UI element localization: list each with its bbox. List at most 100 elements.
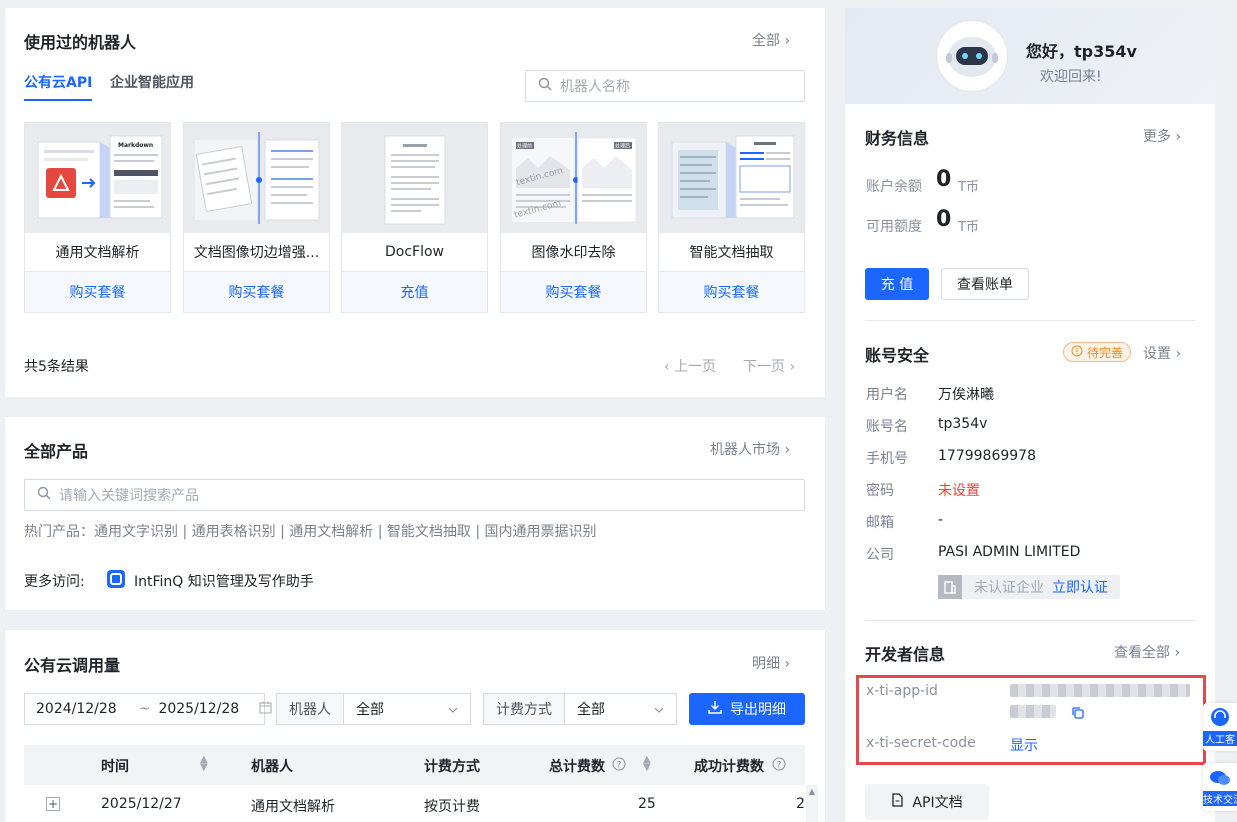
robot-card-crop-enhance[interactable]: 文档图像切边增强... 购买套餐 bbox=[183, 122, 330, 313]
field-value: 万俟淋曦 bbox=[938, 387, 994, 403]
next-page-label: 下一页 bbox=[743, 359, 785, 375]
thumb-before-tag: 处理前 bbox=[517, 143, 532, 150]
tech-exchange-label: 技术交流 bbox=[1203, 791, 1237, 806]
crop-enhance-thumbnail bbox=[184, 123, 329, 233]
status-badge: 待完善 bbox=[1063, 342, 1132, 362]
robot-market-link[interactable]: 机器人市场 › bbox=[710, 439, 790, 459]
customer-service-widget[interactable]: 人工客 bbox=[1203, 703, 1237, 751]
quota-label: 可用额度 bbox=[866, 219, 922, 235]
column-header-total[interactable]: 总计费数 bbox=[549, 756, 605, 776]
usage-detail-label: 明细 bbox=[752, 656, 780, 672]
status-badge-label: 待完善 bbox=[1087, 345, 1124, 360]
buy-package-button[interactable]: 购买套餐 bbox=[659, 272, 804, 312]
security-settings-link[interactable]: 设置 › bbox=[1143, 343, 1181, 363]
scroll-up-arrow[interactable]: ▲ bbox=[806, 787, 818, 796]
show-secret-link[interactable]: 显示 bbox=[1010, 735, 1038, 755]
certify-now-link[interactable]: 立即认证 bbox=[1052, 577, 1108, 597]
quota-unit: T币 bbox=[958, 220, 979, 235]
hot-product-link[interactable]: 通用表格识别 bbox=[192, 524, 276, 540]
field-label: 用户名 bbox=[866, 387, 908, 403]
sort-icon[interactable]: ▲ ▼ bbox=[643, 755, 651, 773]
active-tab-indicator bbox=[24, 99, 93, 101]
hot-product-link[interactable]: 通用文档解析 bbox=[289, 524, 373, 540]
robot-market-label: 机器人市场 bbox=[710, 442, 780, 458]
recharge-link-button[interactable]: 充值 bbox=[342, 272, 487, 312]
quota-value: 0 bbox=[936, 207, 952, 232]
developer-view-all-link[interactable]: 查看全部 › bbox=[1114, 642, 1180, 662]
robot-card-doc-parse[interactable]: Markdown 通用文档解析 购买套餐 bbox=[24, 122, 171, 313]
buy-package-button[interactable]: 购买套餐 bbox=[184, 272, 329, 312]
doc-parse-thumbnail: Markdown bbox=[25, 123, 170, 233]
certification-bar: 未认证企业 立即认证 bbox=[938, 575, 1120, 599]
intfinq-link[interactable]: IntFinQ 知识管理及写作助手 bbox=[106, 569, 314, 593]
balance-unit: T币 bbox=[958, 180, 979, 195]
robot-search-input[interactable]: 机器人名称 bbox=[525, 70, 805, 102]
secret-code-label: x-ti-secret-code bbox=[866, 735, 976, 751]
tab-enterprise-apps-label: 企业智能应用 bbox=[110, 75, 194, 91]
recharge-button[interactable]: 充 值 bbox=[865, 268, 929, 300]
date-end: 2025/12/28 bbox=[158, 701, 240, 717]
robots-all-link[interactable]: 全部 › bbox=[752, 30, 790, 50]
row-total: 25 bbox=[638, 796, 656, 812]
robot-filter-value: 全部 bbox=[356, 702, 384, 718]
finance-more-label: 更多 bbox=[1143, 129, 1171, 145]
help-icon[interactable]: ? bbox=[772, 757, 786, 775]
robot-search-placeholder: 机器人名称 bbox=[560, 79, 630, 95]
divider bbox=[865, 320, 1195, 321]
column-header-robot: 机器人 bbox=[251, 759, 293, 775]
robot-card-watermark-removal[interactable]: 处理前 textin.com textin.com 处理后 图像水印去除 购买套… bbox=[500, 122, 647, 313]
chevron-right-icon: › bbox=[784, 656, 791, 672]
product-search-placeholder: 请输入关键词搜索产品 bbox=[59, 488, 199, 504]
docflow-thumbnail bbox=[342, 123, 487, 233]
password-status: 未设置 bbox=[938, 483, 980, 499]
chevron-down-icon bbox=[448, 701, 458, 717]
robot-filter-select[interactable]: 机器人 全部 bbox=[276, 693, 471, 725]
chevron-right-icon: › bbox=[1175, 346, 1182, 362]
help-icon[interactable]: ? bbox=[612, 757, 626, 775]
table-scrollbar[interactable]: ▲ bbox=[806, 785, 818, 822]
expand-row-icon[interactable]: + bbox=[46, 797, 60, 811]
robot-card-name: 文档图像切边增强... bbox=[184, 233, 329, 272]
billing-filter-select[interactable]: 计费方式 全部 bbox=[483, 693, 677, 725]
tab-public-cloud-api[interactable]: 公有云API bbox=[24, 72, 93, 101]
sort-icon[interactable]: ▲ ▼ bbox=[200, 755, 208, 773]
column-header-time[interactable]: 时间 bbox=[101, 756, 129, 776]
all-products-title: 全部产品 bbox=[24, 442, 89, 461]
customer-service-label: 人工客 bbox=[1203, 731, 1237, 746]
robot-card-doc-extract[interactable]: 智能文档抽取 购买套餐 bbox=[658, 122, 805, 313]
robot-card-name: 图像水印去除 bbox=[501, 233, 646, 272]
usage-title: 公有云调用量 bbox=[24, 656, 121, 675]
tab-enterprise-apps[interactable]: 企业智能应用 bbox=[110, 72, 194, 92]
product-search-input[interactable]: 请输入关键词搜索产品 bbox=[24, 479, 805, 511]
tech-exchange-widget[interactable]: 技术交流 bbox=[1203, 763, 1237, 811]
prev-page-button[interactable]: ‹ 上一页 bbox=[664, 356, 716, 376]
finance-more-link[interactable]: 更多 › bbox=[1143, 126, 1181, 146]
row-billing: 按页计费 bbox=[424, 799, 480, 815]
hot-product-link[interactable]: 国内通用票据识别 bbox=[485, 524, 597, 540]
date-range-picker[interactable]: 2024/12/28 ~ 2025/12/28 bbox=[24, 693, 272, 725]
hot-products-label: 热门产品： bbox=[24, 524, 94, 540]
buy-package-button[interactable]: 购买套餐 bbox=[501, 272, 646, 312]
intfinq-logo-icon bbox=[106, 569, 126, 593]
robot-card-docflow[interactable]: DocFlow 充值 bbox=[341, 122, 488, 313]
security-settings-label: 设置 bbox=[1143, 346, 1171, 362]
hot-product-link[interactable]: 智能文档抽取 bbox=[387, 524, 471, 540]
next-page-button[interactable]: 下一页 › bbox=[743, 356, 795, 376]
chevron-right-icon: › bbox=[1174, 645, 1181, 661]
calendar-icon bbox=[259, 701, 272, 718]
usage-detail-link[interactable]: 明细 › bbox=[752, 653, 790, 673]
robot-card-name: 智能文档抽取 bbox=[659, 233, 804, 272]
buy-package-button[interactable]: 购买套餐 bbox=[25, 272, 170, 312]
app-id-label: x-ti-app-id bbox=[866, 683, 938, 699]
svg-text:?: ? bbox=[617, 761, 622, 771]
copy-icon[interactable] bbox=[1071, 706, 1085, 724]
export-detail-button[interactable]: 导出明细 bbox=[689, 693, 805, 725]
hot-product-link[interactable]: 通用文字识别 bbox=[94, 524, 178, 540]
api-doc-button[interactable]: API文档 bbox=[865, 784, 989, 820]
field-label: 手机号 bbox=[866, 451, 908, 467]
svg-text:?: ? bbox=[777, 761, 782, 771]
view-bill-button[interactable]: 查看账单 bbox=[941, 268, 1029, 300]
building-icon bbox=[938, 575, 962, 599]
welcome-text: 欢迎回来! bbox=[1040, 69, 1102, 85]
column-header-success[interactable]: 成功计费数 bbox=[694, 756, 764, 776]
